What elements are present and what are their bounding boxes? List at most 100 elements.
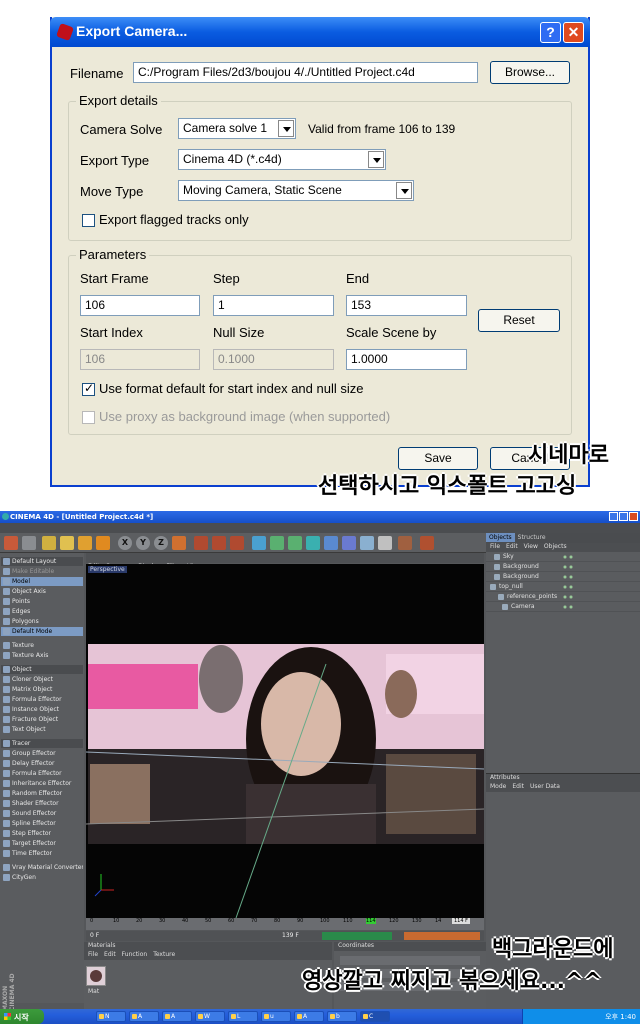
mograph-icon[interactable] xyxy=(398,536,412,550)
close-button[interactable]: ✕ xyxy=(563,22,584,43)
palette-item[interactable]: Formula Effector xyxy=(1,769,83,778)
transport-end-frame[interactable]: 139 F xyxy=(282,932,299,939)
palette-item[interactable]: Default Layout xyxy=(1,557,83,566)
taskbar-item[interactable]: b xyxy=(327,1011,357,1022)
reset-button[interactable]: Reset xyxy=(478,309,560,332)
palette-item[interactable]: Polygons xyxy=(1,617,83,626)
x-axis-icon[interactable]: X xyxy=(118,536,132,550)
maximize-icon[interactable] xyxy=(619,512,628,521)
close-icon[interactable] xyxy=(629,512,638,521)
taskbar-item[interactable]: A xyxy=(129,1011,159,1022)
save-button[interactable]: Save xyxy=(398,447,478,470)
palette-item[interactable]: Inheritance Effector xyxy=(1,779,83,788)
object-manager-menu-item[interactable]: Edit xyxy=(506,543,518,550)
record-controls[interactable] xyxy=(404,932,480,940)
use-format-default-checkbox[interactable] xyxy=(82,381,95,396)
object-manager-menu-item[interactable]: Objects xyxy=(544,543,567,550)
visibility-dots-icon[interactable] xyxy=(562,595,574,599)
timeline-ruler[interactable]: 0 10 20 30 40 50 60 70 80 90 100 110 114 120 130 14 114 … xyxy=(86,918,484,930)
materials-menu-item[interactable]: File xyxy=(88,951,98,958)
browse-button[interactable]: Browse... xyxy=(490,61,570,84)
deformer-icon[interactable] xyxy=(324,536,338,550)
palette-item[interactable]: Group Effector xyxy=(1,749,83,758)
end-field[interactable]: 153 xyxy=(346,295,467,316)
attributes-menu-item[interactable]: User Data xyxy=(530,783,560,790)
minimize-icon[interactable] xyxy=(609,512,618,521)
palette-item[interactable]: Fracture Object xyxy=(1,715,83,724)
taskbar-item[interactable]: L xyxy=(228,1011,258,1022)
script-icon[interactable] xyxy=(420,536,434,550)
array-icon[interactable] xyxy=(306,536,320,550)
render-picture-viewer-icon[interactable] xyxy=(212,536,226,550)
object-row[interactable]: Background xyxy=(486,562,640,572)
render-view-icon[interactable] xyxy=(194,536,208,550)
move-type-select[interactable]: Moving Camera, Static Scene xyxy=(178,180,414,201)
export-flagged-checkbox[interactable] xyxy=(82,214,95,227)
palette-item[interactable]: Time Effector xyxy=(1,849,83,858)
palette-item[interactable]: Object xyxy=(1,665,83,674)
export-type-select[interactable]: Cinema 4D (*.c4d) xyxy=(178,149,386,170)
light-icon[interactable] xyxy=(378,536,392,550)
camera-icon[interactable] xyxy=(360,536,374,550)
palette-item[interactable]: Object Axis xyxy=(1,587,83,596)
taskbar-item[interactable]: C xyxy=(360,1011,390,1022)
coordinate-system-icon[interactable] xyxy=(172,536,186,550)
taskbar-item[interactable]: u xyxy=(261,1011,291,1022)
z-axis-icon[interactable]: Z xyxy=(154,536,168,550)
move-icon[interactable] xyxy=(60,536,74,550)
camera-solve-select[interactable]: Camera solve 1 xyxy=(178,118,296,139)
taskbar-item[interactable]: W xyxy=(195,1011,225,1022)
chevron-down-icon[interactable] xyxy=(396,182,412,199)
render-settings-icon[interactable] xyxy=(230,536,244,550)
filename-field[interactable]: C:/Program Files/2d3/boujou 4/./Untitled… xyxy=(133,62,478,83)
chevron-down-icon[interactable] xyxy=(278,120,294,137)
palette-item[interactable]: Formula Effector xyxy=(1,695,83,704)
scene-icon[interactable] xyxy=(342,536,356,550)
palette-item[interactable]: Default Mode xyxy=(1,627,83,636)
palette-item[interactable]: CityGen xyxy=(1,873,83,882)
perspective-viewport[interactable]: Perspective xyxy=(86,564,484,918)
visibility-dots-icon[interactable] xyxy=(562,605,574,609)
material-thumbnail[interactable] xyxy=(86,966,106,986)
visibility-dots-icon[interactable] xyxy=(562,565,574,569)
palette-item[interactable]: Vray Material Converter xyxy=(1,863,83,872)
help-button[interactable]: ? xyxy=(540,22,561,43)
palette-item[interactable]: Text Object xyxy=(1,725,83,734)
palette-item[interactable]: Make Editable xyxy=(1,567,83,576)
palette-item[interactable]: Spline Effector xyxy=(1,819,83,828)
chevron-down-icon[interactable] xyxy=(368,151,384,168)
nurbs-icon[interactable] xyxy=(288,536,302,550)
object-row[interactable]: Camera xyxy=(486,602,640,612)
scale-icon[interactable] xyxy=(78,536,92,550)
step-field[interactable]: 1 xyxy=(213,295,334,316)
y-axis-icon[interactable]: Y xyxy=(136,536,150,550)
live-selection-icon[interactable] xyxy=(42,536,56,550)
object-row[interactable]: Sky xyxy=(486,552,640,562)
taskbar-item[interactable]: N xyxy=(96,1011,126,1022)
materials-menu-item[interactable]: Edit xyxy=(104,951,116,958)
visibility-dots-icon[interactable] xyxy=(562,585,574,589)
object-row[interactable]: reference_points xyxy=(486,592,640,602)
undo-icon[interactable] xyxy=(4,536,18,550)
redo-icon[interactable] xyxy=(22,536,36,550)
palette-item[interactable]: Texture xyxy=(1,641,83,650)
palette-item[interactable]: Edges xyxy=(1,607,83,616)
object-manager-menu-item[interactable]: View xyxy=(524,543,538,550)
timeline-current-frame[interactable]: 114 F xyxy=(452,918,471,924)
palette-item[interactable]: Points xyxy=(1,597,83,606)
palette-item[interactable]: Tracer xyxy=(1,739,83,748)
palette-item[interactable]: Matrix Object xyxy=(1,685,83,694)
scale-scene-field[interactable]: 1.0000 xyxy=(346,349,467,370)
cube-icon[interactable] xyxy=(252,536,266,550)
rotate-icon[interactable] xyxy=(96,536,110,550)
playback-controls[interactable] xyxy=(322,932,392,940)
object-row[interactable]: top_null xyxy=(486,582,640,592)
object-manager-menu-item[interactable]: File xyxy=(490,543,500,550)
start-frame-field[interactable]: 106 xyxy=(80,295,200,316)
palette-item[interactable]: Sound Effector xyxy=(1,809,83,818)
taskbar-item[interactable]: A xyxy=(294,1011,324,1022)
materials-menu-item[interactable]: Function xyxy=(122,951,148,958)
object-row[interactable]: Background xyxy=(486,572,640,582)
palette-item[interactable]: Instance Object xyxy=(1,705,83,714)
transport-start-frame[interactable]: 0 F xyxy=(90,932,99,939)
